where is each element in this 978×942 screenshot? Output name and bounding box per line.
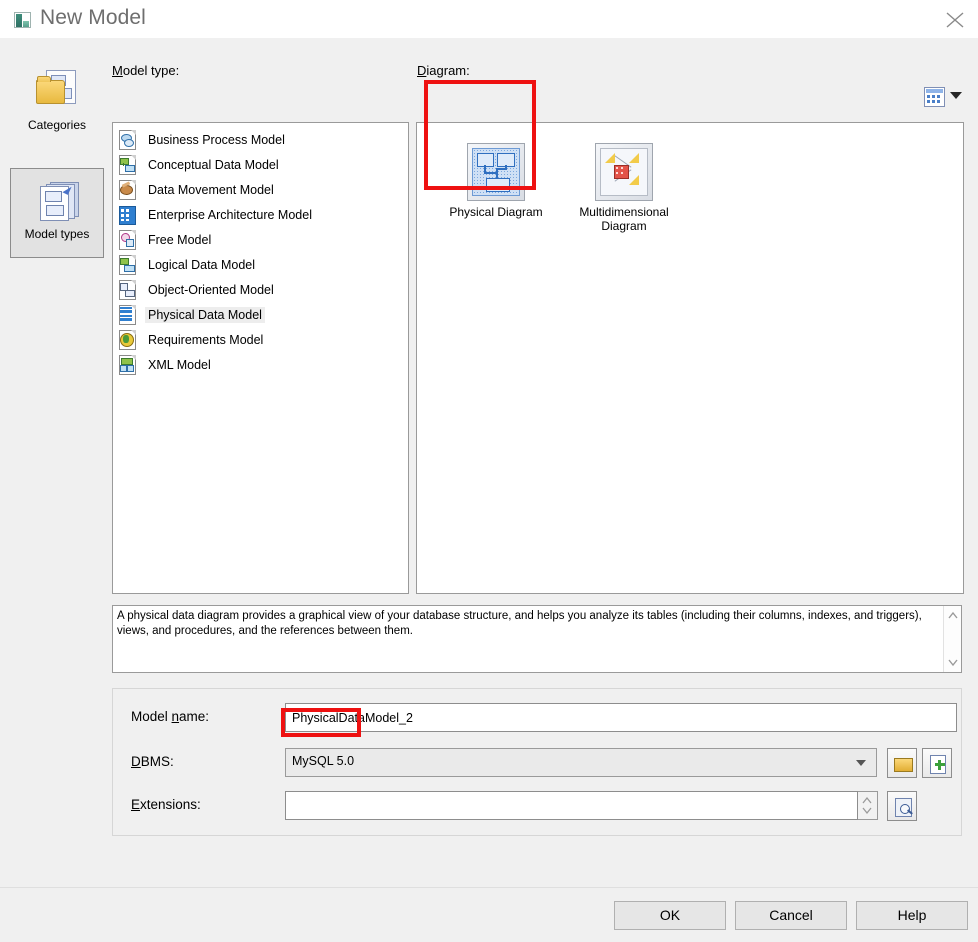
logical-data-icon [118, 255, 136, 275]
description-scrollbar[interactable] [943, 606, 961, 672]
list-item[interactable]: Business Process Model [113, 127, 408, 152]
window-title: New Model [40, 6, 146, 29]
model-name-row: Model name: [113, 703, 963, 733]
list-item[interactable]: Enterprise Architecture Model [113, 202, 408, 227]
list-item-label: XML Model [148, 357, 211, 372]
dbms-value: MySQL 5.0 [292, 754, 355, 768]
sidebar-item-categories[interactable]: Categories [10, 70, 104, 160]
object-oriented-icon [118, 280, 136, 300]
list-item[interactable]: Conceptual Data Model [113, 152, 408, 177]
list-view-icon[interactable] [920, 86, 968, 108]
list-item-label: Object-Oriented Model [148, 282, 274, 297]
list-item[interactable]: Logical Data Model [113, 252, 408, 277]
list-item[interactable]: Object-Oriented Model [113, 277, 408, 302]
list-item-label: Enterprise Architecture Model [148, 207, 312, 222]
dbms-select[interactable]: MySQL 5.0 [285, 748, 877, 777]
scroll-down-icon[interactable] [947, 656, 959, 668]
physical-data-icon [118, 305, 136, 325]
list-item-label: Business Process Model [148, 132, 285, 147]
diagram-label: Diagram: [417, 63, 470, 78]
sidebar: Categories Model types [10, 60, 104, 860]
description-text: A physical data diagram provides a graph… [117, 610, 922, 637]
ok-button[interactable]: OK [614, 901, 726, 930]
extensions-preview-button[interactable] [887, 791, 917, 821]
list-item-label: Physical Data Model [145, 306, 265, 323]
model-name-label: Model name: [131, 709, 210, 724]
new-file-icon [930, 755, 946, 774]
extensions-input[interactable] [285, 791, 858, 820]
extensions-stepper[interactable] [858, 791, 878, 820]
xml-model-icon [118, 355, 136, 375]
chevron-down-icon [856, 760, 866, 766]
diagram-list[interactable]: Physical Diagram Multidimensional Diagra… [416, 122, 964, 594]
model-name-input[interactable] [285, 703, 957, 732]
close-icon[interactable] [932, 0, 978, 38]
diagram-item-physical[interactable]: Physical Diagram [441, 143, 551, 219]
dbms-label: DBMS: [131, 754, 174, 769]
extensions-label: Extensions: [131, 797, 201, 812]
model-type-list[interactable]: Business Process Model Conceptual Data M… [112, 122, 409, 594]
list-item-label: Free Model [148, 232, 212, 247]
list-item-label: Conceptual Data Model [148, 157, 279, 172]
data-movement-icon [118, 180, 136, 200]
extensions-row: Extensions: [113, 791, 963, 821]
folder-pages-icon [34, 70, 80, 114]
multidimensional-diagram-icon [595, 143, 653, 201]
dbms-new-button[interactable] [922, 748, 952, 778]
model-settings-group: Model name: DBMS: MySQL 5.0 [112, 688, 962, 836]
scroll-up-icon[interactable] [947, 610, 959, 622]
list-item-label: Requirements Model [148, 332, 264, 347]
conceptual-data-icon [118, 155, 136, 175]
business-process-icon [118, 130, 136, 150]
requirements-icon [118, 330, 136, 350]
sidebar-item-label: Categories [27, 118, 87, 132]
dialog-body: Categories Model types Model type: Diagr… [0, 38, 978, 887]
dbms-browse-button[interactable] [887, 748, 917, 778]
stacked-pages-icon [34, 179, 80, 223]
list-item[interactable]: XML Model [113, 352, 408, 377]
list-item[interactable]: Requirements Model [113, 327, 408, 352]
help-button[interactable]: Help [856, 901, 968, 930]
list-item[interactable]: Physical Data Model [113, 302, 408, 327]
diagram-item-label: Multidimensional Diagram [579, 205, 669, 233]
sidebar-item-label: Model types [24, 227, 90, 241]
diagram-item-multidimensional[interactable]: Multidimensional Diagram [569, 143, 679, 233]
title-bar: New Model [0, 0, 978, 39]
model-type-label: Model type: [112, 63, 180, 78]
diagram-item-label: Physical Diagram [449, 205, 543, 219]
list-item[interactable]: Data Movement Model [113, 177, 408, 202]
chevron-down-icon [950, 92, 962, 99]
list-item-label: Logical Data Model [148, 257, 256, 272]
physical-diagram-icon [467, 143, 525, 201]
dialog-footer: OK Cancel Help [0, 887, 978, 942]
list-item[interactable]: Free Model [113, 227, 408, 252]
model-icon [14, 12, 31, 28]
preview-icon [895, 798, 913, 817]
sidebar-item-model-types[interactable]: Model types [10, 168, 104, 258]
description-panel: A physical data diagram provides a graph… [112, 605, 962, 673]
free-model-icon [118, 230, 136, 250]
cancel-button[interactable]: Cancel [735, 901, 847, 930]
list-item-label: Data Movement Model [148, 182, 274, 197]
enterprise-architecture-icon [118, 205, 136, 225]
dbms-row: DBMS: MySQL 5.0 [113, 748, 963, 778]
folder-icon [894, 758, 913, 772]
